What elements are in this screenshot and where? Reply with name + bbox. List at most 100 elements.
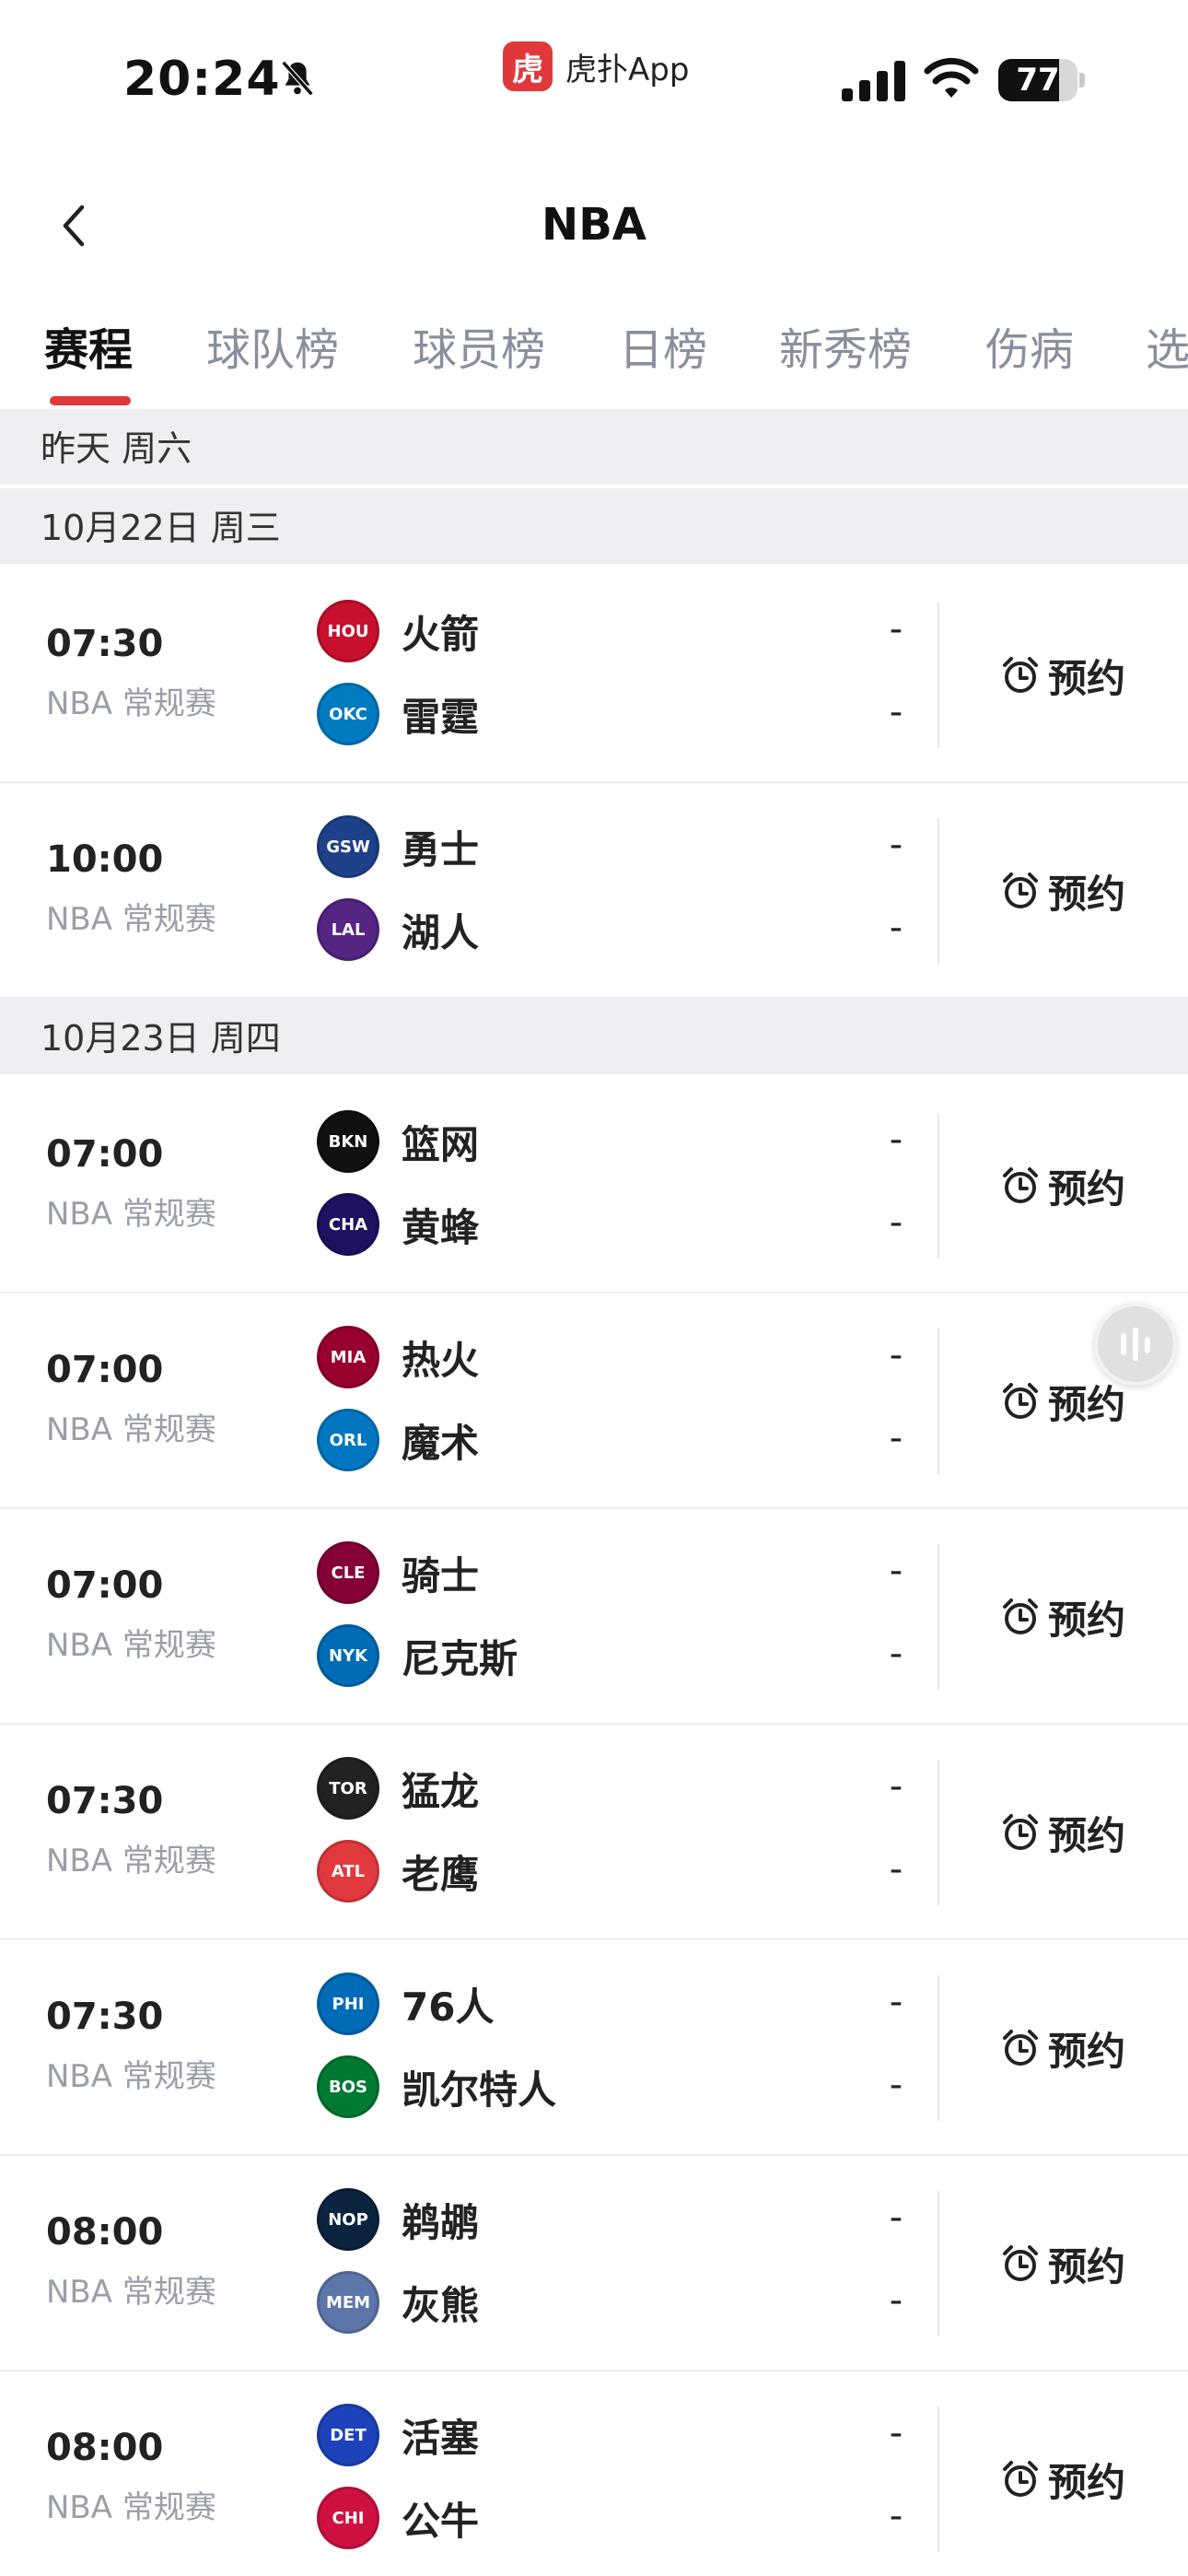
- tab-2[interactable]: 球员榜: [413, 313, 545, 409]
- team-logo-icon: ORL: [317, 1409, 379, 1471]
- tab-label: 伤病: [985, 324, 1075, 376]
- score-away: -: [889, 2279, 903, 2322]
- team-logo-abbr: GSW: [326, 837, 370, 857]
- team-name: 魔术: [402, 1420, 480, 1466]
- team-logo-abbr: PHI: [332, 1994, 365, 2014]
- divider: [938, 1113, 939, 1259]
- reserve-button[interactable]: 预约: [1000, 1369, 1125, 1434]
- game-row[interactable]: 07:30 NBA 常规赛 TOR 猛龙 ATL 老鹰 - - 预约: [0, 1725, 1188, 1940]
- team-away[interactable]: OKC 雷霆: [317, 680, 479, 748]
- float-widget-icon: [1121, 1328, 1150, 1361]
- game-type: NBA 常规赛: [46, 901, 216, 938]
- team-name: 勇士: [402, 826, 480, 872]
- team-logo-icon: HOU: [317, 600, 379, 662]
- team-home[interactable]: DET 活塞: [317, 2401, 479, 2469]
- alarm-clock-icon: [1003, 872, 1038, 908]
- team-home[interactable]: GSW 勇士: [317, 813, 479, 881]
- team-logo-icon: DET: [317, 2404, 379, 2466]
- team-away[interactable]: BOS 凯尔特人: [317, 2053, 556, 2121]
- tab-label: 球队榜: [206, 324, 340, 376]
- team-away[interactable]: NYK 尼克斯: [317, 1622, 518, 1690]
- reserve-button[interactable]: 预约: [1000, 2016, 1125, 2080]
- reserve-button[interactable]: 预约: [1000, 2231, 1125, 2296]
- reserve-button[interactable]: 预约: [1000, 1153, 1125, 1218]
- team-logo-icon: OKC: [317, 683, 379, 745]
- app-badge[interactable]: 虎 虎扑App: [503, 41, 689, 92]
- reserve-button[interactable]: 预约: [1000, 1800, 1125, 1865]
- team-logo-abbr: ATL: [331, 1861, 366, 1881]
- team-home[interactable]: TOR 猛龙: [317, 1754, 479, 1822]
- tab-bar: 赛程 球队榜 球员榜 日榜 新秀榜 伤病 选: [0, 313, 1188, 409]
- team-away[interactable]: ORL 魔术: [317, 1406, 479, 1474]
- game-row[interactable]: 10:00 NBA 常规赛 GSW 勇士 LAL 湖人 - - 预约: [0, 783, 1188, 999]
- score-home: -: [889, 608, 903, 650]
- team-name: 灰熊: [402, 2282, 480, 2328]
- reserve-label: 预约: [1048, 871, 1126, 917]
- game-row[interactable]: 08:00 NBA 常规赛 DET 活塞 CHI 公牛 - - 预约: [0, 2371, 1188, 2576]
- score-home: -: [889, 2196, 903, 2239]
- divider: [938, 1760, 939, 1905]
- game-row[interactable]: 07:30 NBA 常规赛 PHI 76人 BOS 凯尔特人 - - 预约: [0, 1940, 1188, 2156]
- team-away[interactable]: ATL 老鹰: [317, 1837, 479, 1905]
- reserve-label: 预约: [1048, 2243, 1126, 2289]
- game-row[interactable]: 07:00 NBA 常规赛 CLE 骑士 NYK 尼克斯 - - 预约: [0, 1509, 1188, 1725]
- game-row[interactable]: 07:00 NBA 常规赛 MIA 热火 ORL 魔术 - - 预约: [0, 1294, 1188, 1509]
- team-logo-icon: LAL: [317, 898, 379, 961]
- team-away[interactable]: LAL 湖人: [317, 896, 479, 964]
- alarm-clock-icon: [1003, 1814, 1038, 1850]
- divider: [938, 1975, 939, 2121]
- team-home[interactable]: HOU 火箭: [317, 597, 479, 665]
- score-away: -: [889, 2064, 903, 2106]
- active-tab-indicator: [50, 396, 131, 405]
- game-type: NBA 常规赛: [46, 1627, 216, 1664]
- team-home[interactable]: BKN 篮网: [317, 1107, 479, 1176]
- team-name: 湖人: [402, 909, 480, 955]
- cellular-signal-icon: [842, 61, 905, 101]
- team-name: 老鹰: [402, 1851, 480, 1897]
- team-logo-icon: NYK: [317, 1624, 379, 1687]
- team-home[interactable]: PHI 76人: [317, 1970, 494, 2038]
- score-home: -: [889, 824, 903, 866]
- tab-label: 选: [1146, 324, 1188, 376]
- game-row[interactable]: 08:00 NBA 常规赛 NOP 鹈鹕 MEM 灰熊 - - 预约: [0, 2156, 1188, 2371]
- game-type: NBA 常规赛: [46, 685, 216, 722]
- team-away[interactable]: MEM 灰熊: [317, 2268, 479, 2336]
- team-home[interactable]: NOP 鹈鹕: [317, 2185, 479, 2254]
- hupu-logo-icon: 虎: [503, 41, 553, 91]
- game-time: 07:00: [46, 1349, 164, 1391]
- tab-6[interactable]: 选: [1146, 313, 1188, 409]
- team-logo-abbr: BOS: [329, 2077, 367, 2097]
- tab-3[interactable]: 日榜: [619, 313, 707, 409]
- team-logo-abbr: MIA: [330, 1347, 367, 1367]
- reserve-label: 预约: [1048, 2028, 1126, 2074]
- team-logo-abbr: CLE: [331, 1563, 366, 1583]
- divider: [938, 1329, 939, 1474]
- team-logo-icon: GSW: [317, 815, 379, 878]
- team-logo-abbr: NYK: [328, 1645, 368, 1666]
- floating-action-button[interactable]: [1094, 1303, 1177, 1386]
- game-row[interactable]: 07:30 NBA 常规赛 HOU 火箭 OKC 雷霆 - - 预约: [0, 568, 1188, 783]
- game-row[interactable]: 07:00 NBA 常规赛 BKN 篮网 CHA 黄蜂 - - 预约: [0, 1078, 1188, 1294]
- team-logo-icon: PHI: [317, 1973, 379, 2035]
- team-name: 76人: [402, 1984, 495, 2030]
- team-away[interactable]: CHI 公牛: [317, 2484, 479, 2552]
- team-home[interactable]: MIA 热火: [317, 1323, 479, 1391]
- team-logo-icon: CHA: [317, 1193, 379, 1256]
- reserve-button[interactable]: 预约: [1000, 643, 1125, 708]
- team-away[interactable]: CHA 黄蜂: [317, 1190, 479, 1259]
- tab-5[interactable]: 伤病: [985, 313, 1074, 409]
- reserve-button[interactable]: 预约: [1000, 859, 1125, 923]
- alarm-clock-icon: [1003, 657, 1038, 693]
- score-away: -: [889, 1417, 903, 1459]
- divider: [938, 2191, 939, 2336]
- team-name: 活塞: [402, 2415, 480, 2461]
- tab-0[interactable]: 赛程: [44, 313, 133, 409]
- team-logo-abbr: HOU: [327, 621, 369, 641]
- reserve-label: 预约: [1048, 1812, 1126, 1858]
- team-logo-icon: BOS: [317, 2055, 379, 2118]
- reserve-button[interactable]: 预约: [1000, 2447, 1125, 2512]
- team-home[interactable]: CLE 骑士: [317, 1539, 479, 1607]
- tab-1[interactable]: 球队榜: [206, 313, 339, 409]
- reserve-button[interactable]: 预约: [1000, 1585, 1125, 1649]
- tab-4[interactable]: 新秀榜: [779, 313, 912, 409]
